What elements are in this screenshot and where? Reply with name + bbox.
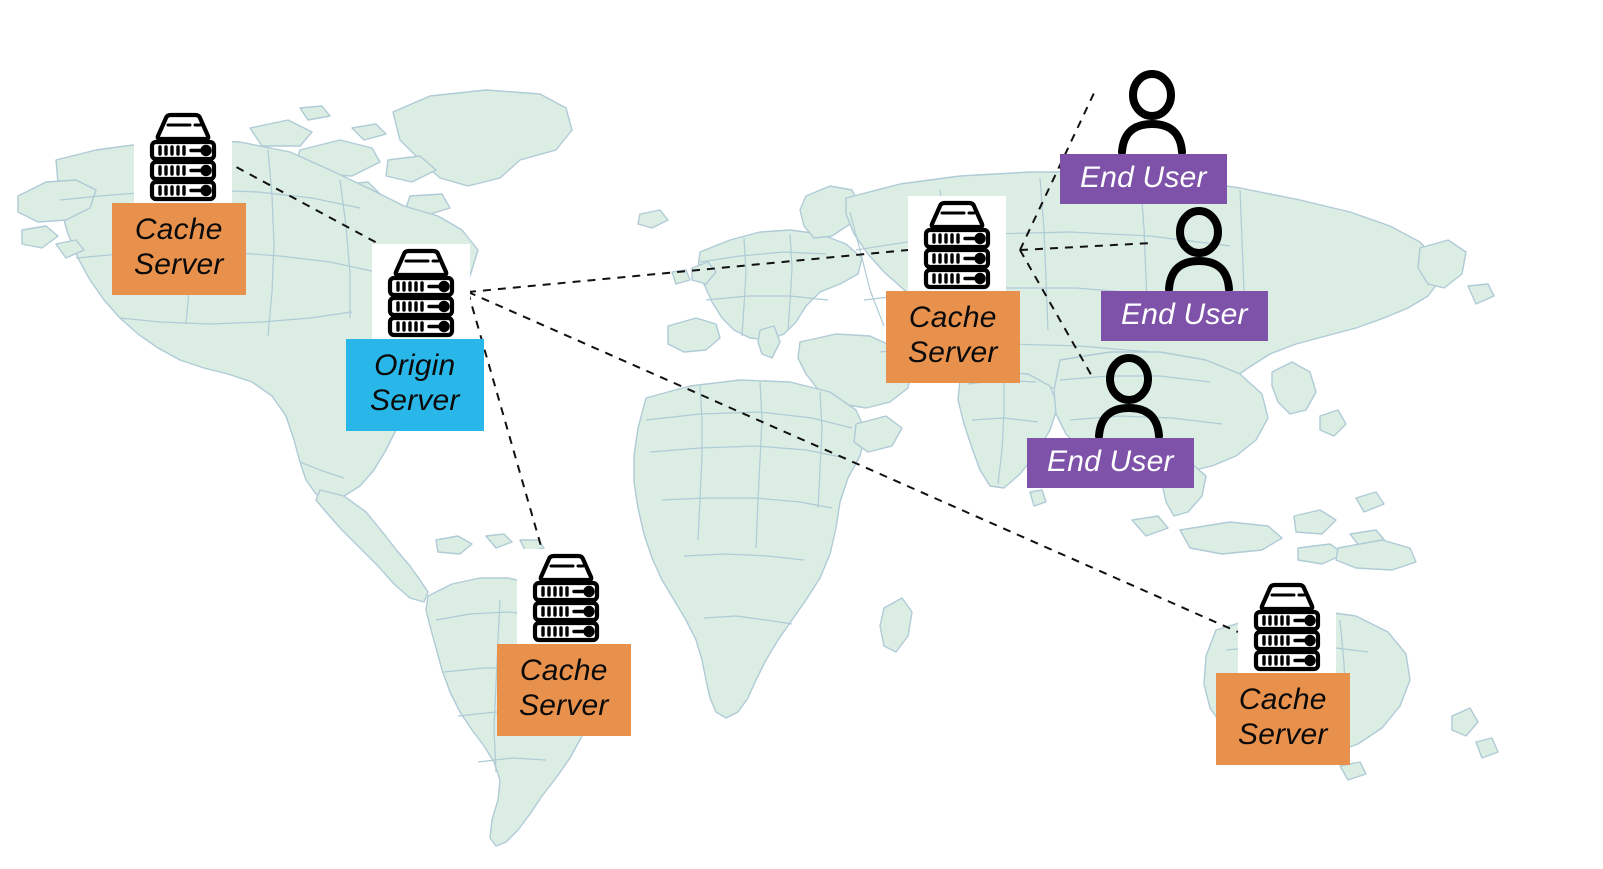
node-label-end-user: End User [1101,291,1268,342]
node-cache-server-north-america[interactable]: Cache Server [112,108,246,295]
node-label-cache-server: Cache Server [886,291,1020,383]
node-cache-server-south-america[interactable]: Cache Server [497,549,631,736]
server-rack-icon [1238,578,1336,673]
node-label-cache-server: Cache Server [1216,673,1350,765]
server-rack-icon [908,196,1006,291]
node-end-user-2[interactable]: End User [1101,205,1268,342]
node-label-end-user: End User [1060,154,1227,205]
link-origin-to-cache-eu [467,249,909,293]
node-origin-server[interactable]: Origin Server [346,244,484,431]
person-icon [1112,68,1192,156]
node-label-cache-server: Cache Server [112,203,246,295]
cdn-diagram-canvas: Cache Server Origin Server Cache Server … [0,0,1603,869]
server-rack-icon [134,108,232,203]
node-cache-server-eurasia[interactable]: Cache Server [886,196,1020,383]
person-icon [1159,205,1239,293]
node-end-user-1[interactable]: End User [1060,68,1227,205]
server-rack-icon [517,549,615,644]
node-label-origin-server: Origin Server [346,339,484,431]
node-label-end-user: End User [1027,438,1194,489]
node-cache-server-australia[interactable]: Cache Server [1216,578,1350,765]
node-end-user-3[interactable]: End User [1027,352,1194,489]
server-rack-icon [372,244,470,339]
person-icon [1089,352,1169,440]
node-label-cache-server: Cache Server [497,644,631,736]
